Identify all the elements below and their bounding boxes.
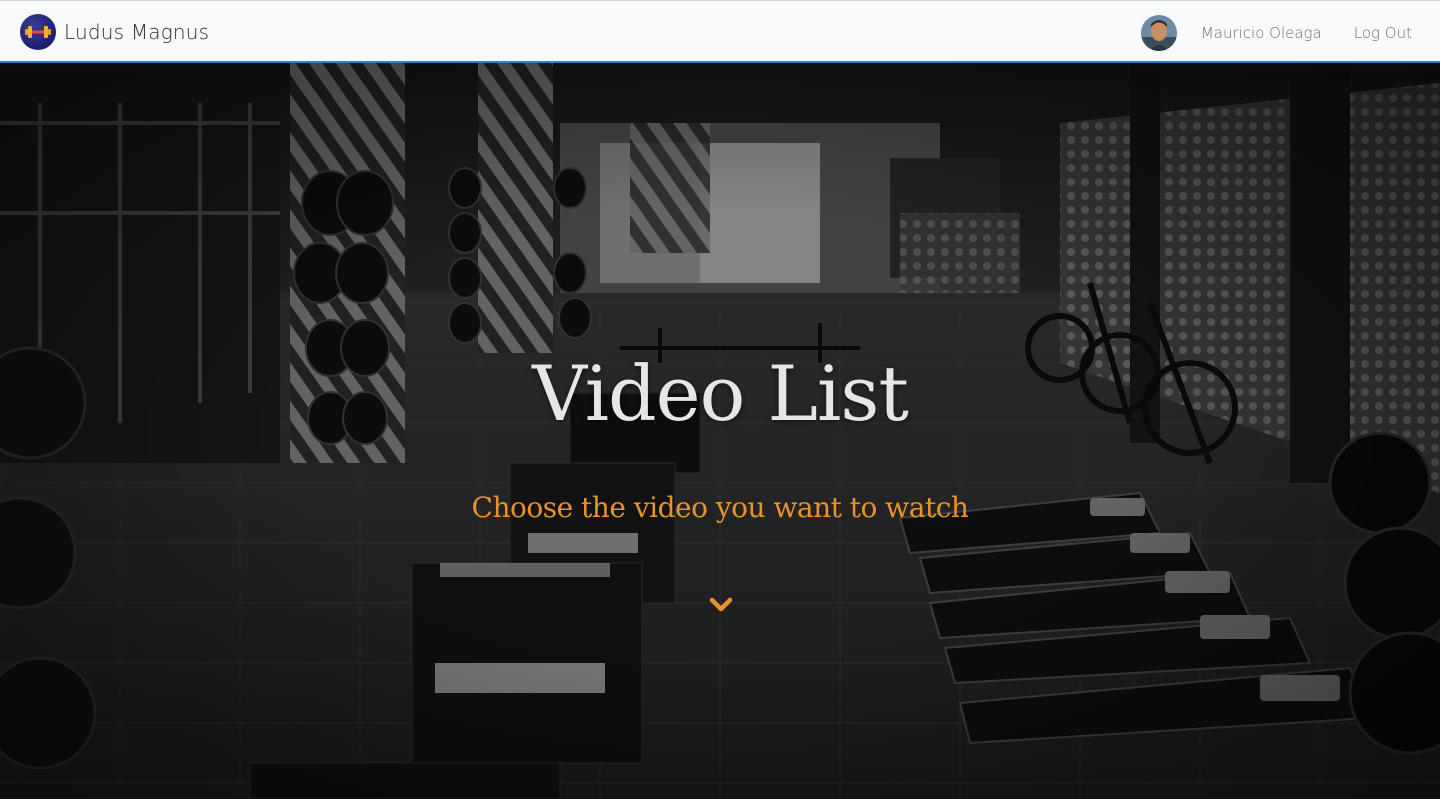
brand-name: Ludus Magnus (64, 20, 210, 44)
brand-link[interactable]: Ludus Magnus (20, 14, 209, 50)
page-title: Video List (532, 349, 909, 438)
dumbbell-icon (20, 14, 56, 50)
navbar: Ludus Magnus Mauricio Oleaga Log Out (0, 0, 1440, 63)
page-subtitle: Choose the video you want to watch (471, 491, 969, 524)
nav-right: Mauricio Oleaga Log Out (1140, 14, 1412, 52)
avatar[interactable] (1140, 15, 1177, 51)
hero-section: Video List Choose the video you want to … (0, 63, 1440, 799)
user-name-link[interactable]: Mauricio Oleaga (1201, 24, 1322, 42)
chevron-down-icon[interactable] (708, 595, 734, 615)
logout-link[interactable]: Log Out (1354, 24, 1412, 42)
